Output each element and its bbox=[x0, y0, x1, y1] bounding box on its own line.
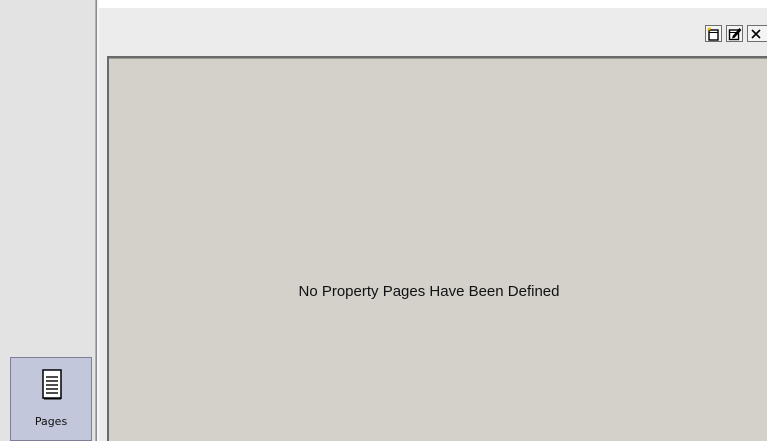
sidebar-item-label: Pages bbox=[34, 415, 68, 428]
document-icon bbox=[42, 369, 62, 400]
new-page-button[interactable] bbox=[705, 25, 722, 42]
panel-top-edge bbox=[109, 58, 767, 59]
top-strip bbox=[99, 0, 767, 8]
property-pages-panel bbox=[107, 56, 767, 441]
empty-state-message: No Property Pages Have Been Defined bbox=[298, 283, 560, 300]
edit-page-button[interactable] bbox=[726, 25, 743, 42]
sidebar-item-pages[interactable]: Pages bbox=[10, 357, 92, 441]
edit-icon bbox=[728, 28, 742, 41]
property-pages-window: Pages No Property Pages Have Been Define… bbox=[0, 0, 767, 441]
new-page-icon bbox=[707, 27, 719, 41]
close-icon bbox=[751, 29, 761, 39]
close-button[interactable] bbox=[747, 25, 767, 42]
sidebar: Pages bbox=[0, 0, 96, 441]
main-area: No Property Pages Have Been Defined bbox=[99, 0, 767, 441]
toolbar bbox=[99, 8, 767, 56]
